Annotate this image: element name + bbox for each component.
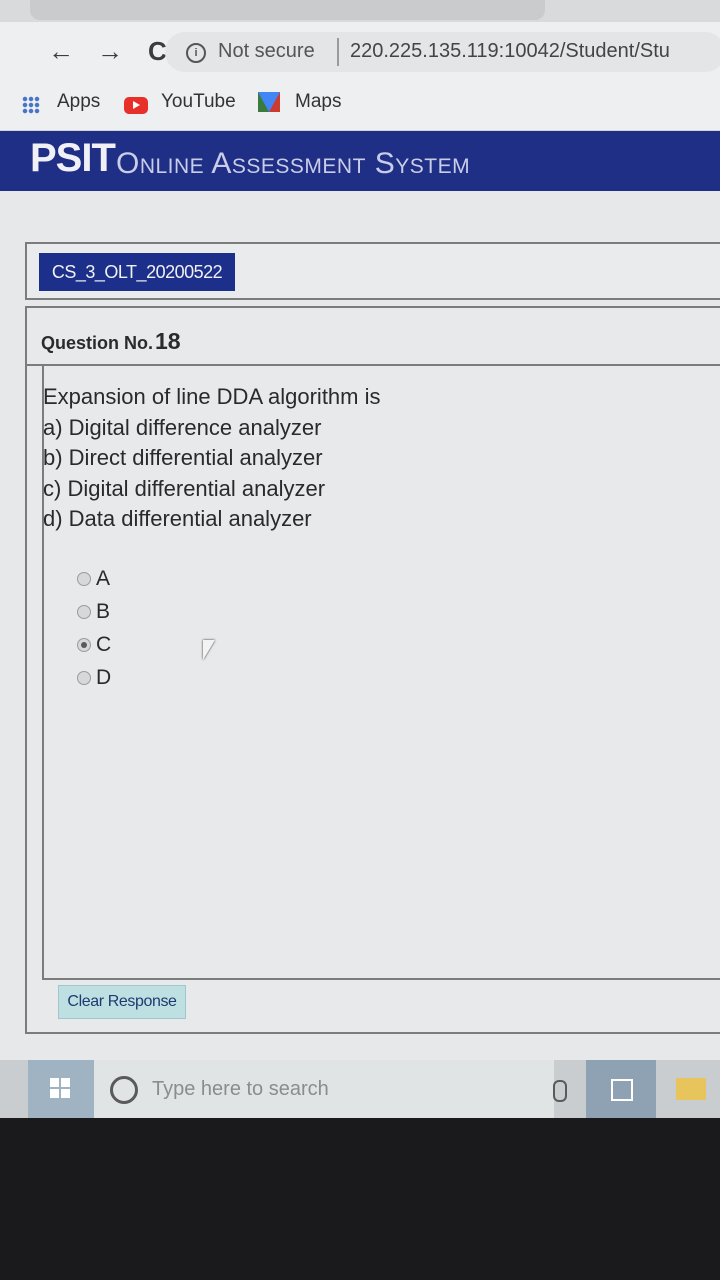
question-label: Question No. xyxy=(41,333,153,353)
test-code-tab[interactable]: CS_3_OLT_20200522 xyxy=(39,253,235,291)
task-view-icon[interactable] xyxy=(611,1079,633,1101)
info-icon[interactable]: i xyxy=(186,43,206,63)
site-banner: PSIT Online Assessment System xyxy=(0,131,720,191)
bookmark-apps[interactable]: Apps xyxy=(57,91,100,113)
bookmark-youtube[interactable]: YouTube xyxy=(161,91,236,113)
question-text: Expansion of line DDA algorithm is a) Di… xyxy=(43,382,381,535)
site-logo: PSIT xyxy=(30,136,116,180)
reload-button[interactable]: C xyxy=(148,36,167,66)
option-c-label[interactable]: C xyxy=(96,633,111,657)
youtube-icon[interactable] xyxy=(124,97,148,114)
apps-grid-icon[interactable] xyxy=(22,96,40,114)
windows-logo-icon[interactable] xyxy=(50,1078,70,1098)
back-button[interactable]: ← xyxy=(48,36,74,66)
clear-response-button[interactable]: Clear Response xyxy=(58,985,186,1019)
option-c-radio[interactable] xyxy=(77,638,91,652)
bookmarks-bar xyxy=(0,80,720,131)
option-a-radio[interactable] xyxy=(77,572,91,586)
choice-d-text: d) Data differential analyzer xyxy=(43,506,312,531)
forward-button[interactable]: → xyxy=(97,36,123,66)
address-divider xyxy=(337,38,339,66)
file-explorer-icon[interactable] xyxy=(676,1078,706,1100)
tab-strip xyxy=(0,0,720,22)
url-text[interactable]: 220.225.135.119:10042/Student/Stu xyxy=(350,40,670,63)
option-b-radio[interactable] xyxy=(77,605,91,619)
cortana-icon[interactable] xyxy=(110,1076,138,1104)
option-a-label[interactable]: A xyxy=(96,567,110,591)
option-d-label[interactable]: D xyxy=(96,666,111,690)
browser-tab[interactable] xyxy=(30,0,545,20)
taskbar-search-placeholder[interactable]: Type here to search xyxy=(152,1078,329,1101)
choice-c-text: c) Digital differential analyzer xyxy=(43,475,326,501)
microphone-icon[interactable] xyxy=(553,1080,567,1102)
question-stem: Expansion of line DDA algorithm is xyxy=(43,384,381,409)
mouse-pointer-icon xyxy=(203,640,215,660)
security-status[interactable]: Not secure xyxy=(218,40,315,63)
option-d-radio[interactable] xyxy=(77,671,91,685)
choice-b-text: b) Direct differential analyzer xyxy=(43,445,323,470)
question-number: 18 xyxy=(155,328,181,354)
option-b-label[interactable]: B xyxy=(96,600,110,624)
bookmark-maps[interactable]: Maps xyxy=(295,91,341,113)
choice-a-text: a) Digital difference analyzer xyxy=(43,414,322,440)
site-subtitle: Online Assessment System xyxy=(116,147,471,180)
maps-icon[interactable] xyxy=(258,92,280,112)
